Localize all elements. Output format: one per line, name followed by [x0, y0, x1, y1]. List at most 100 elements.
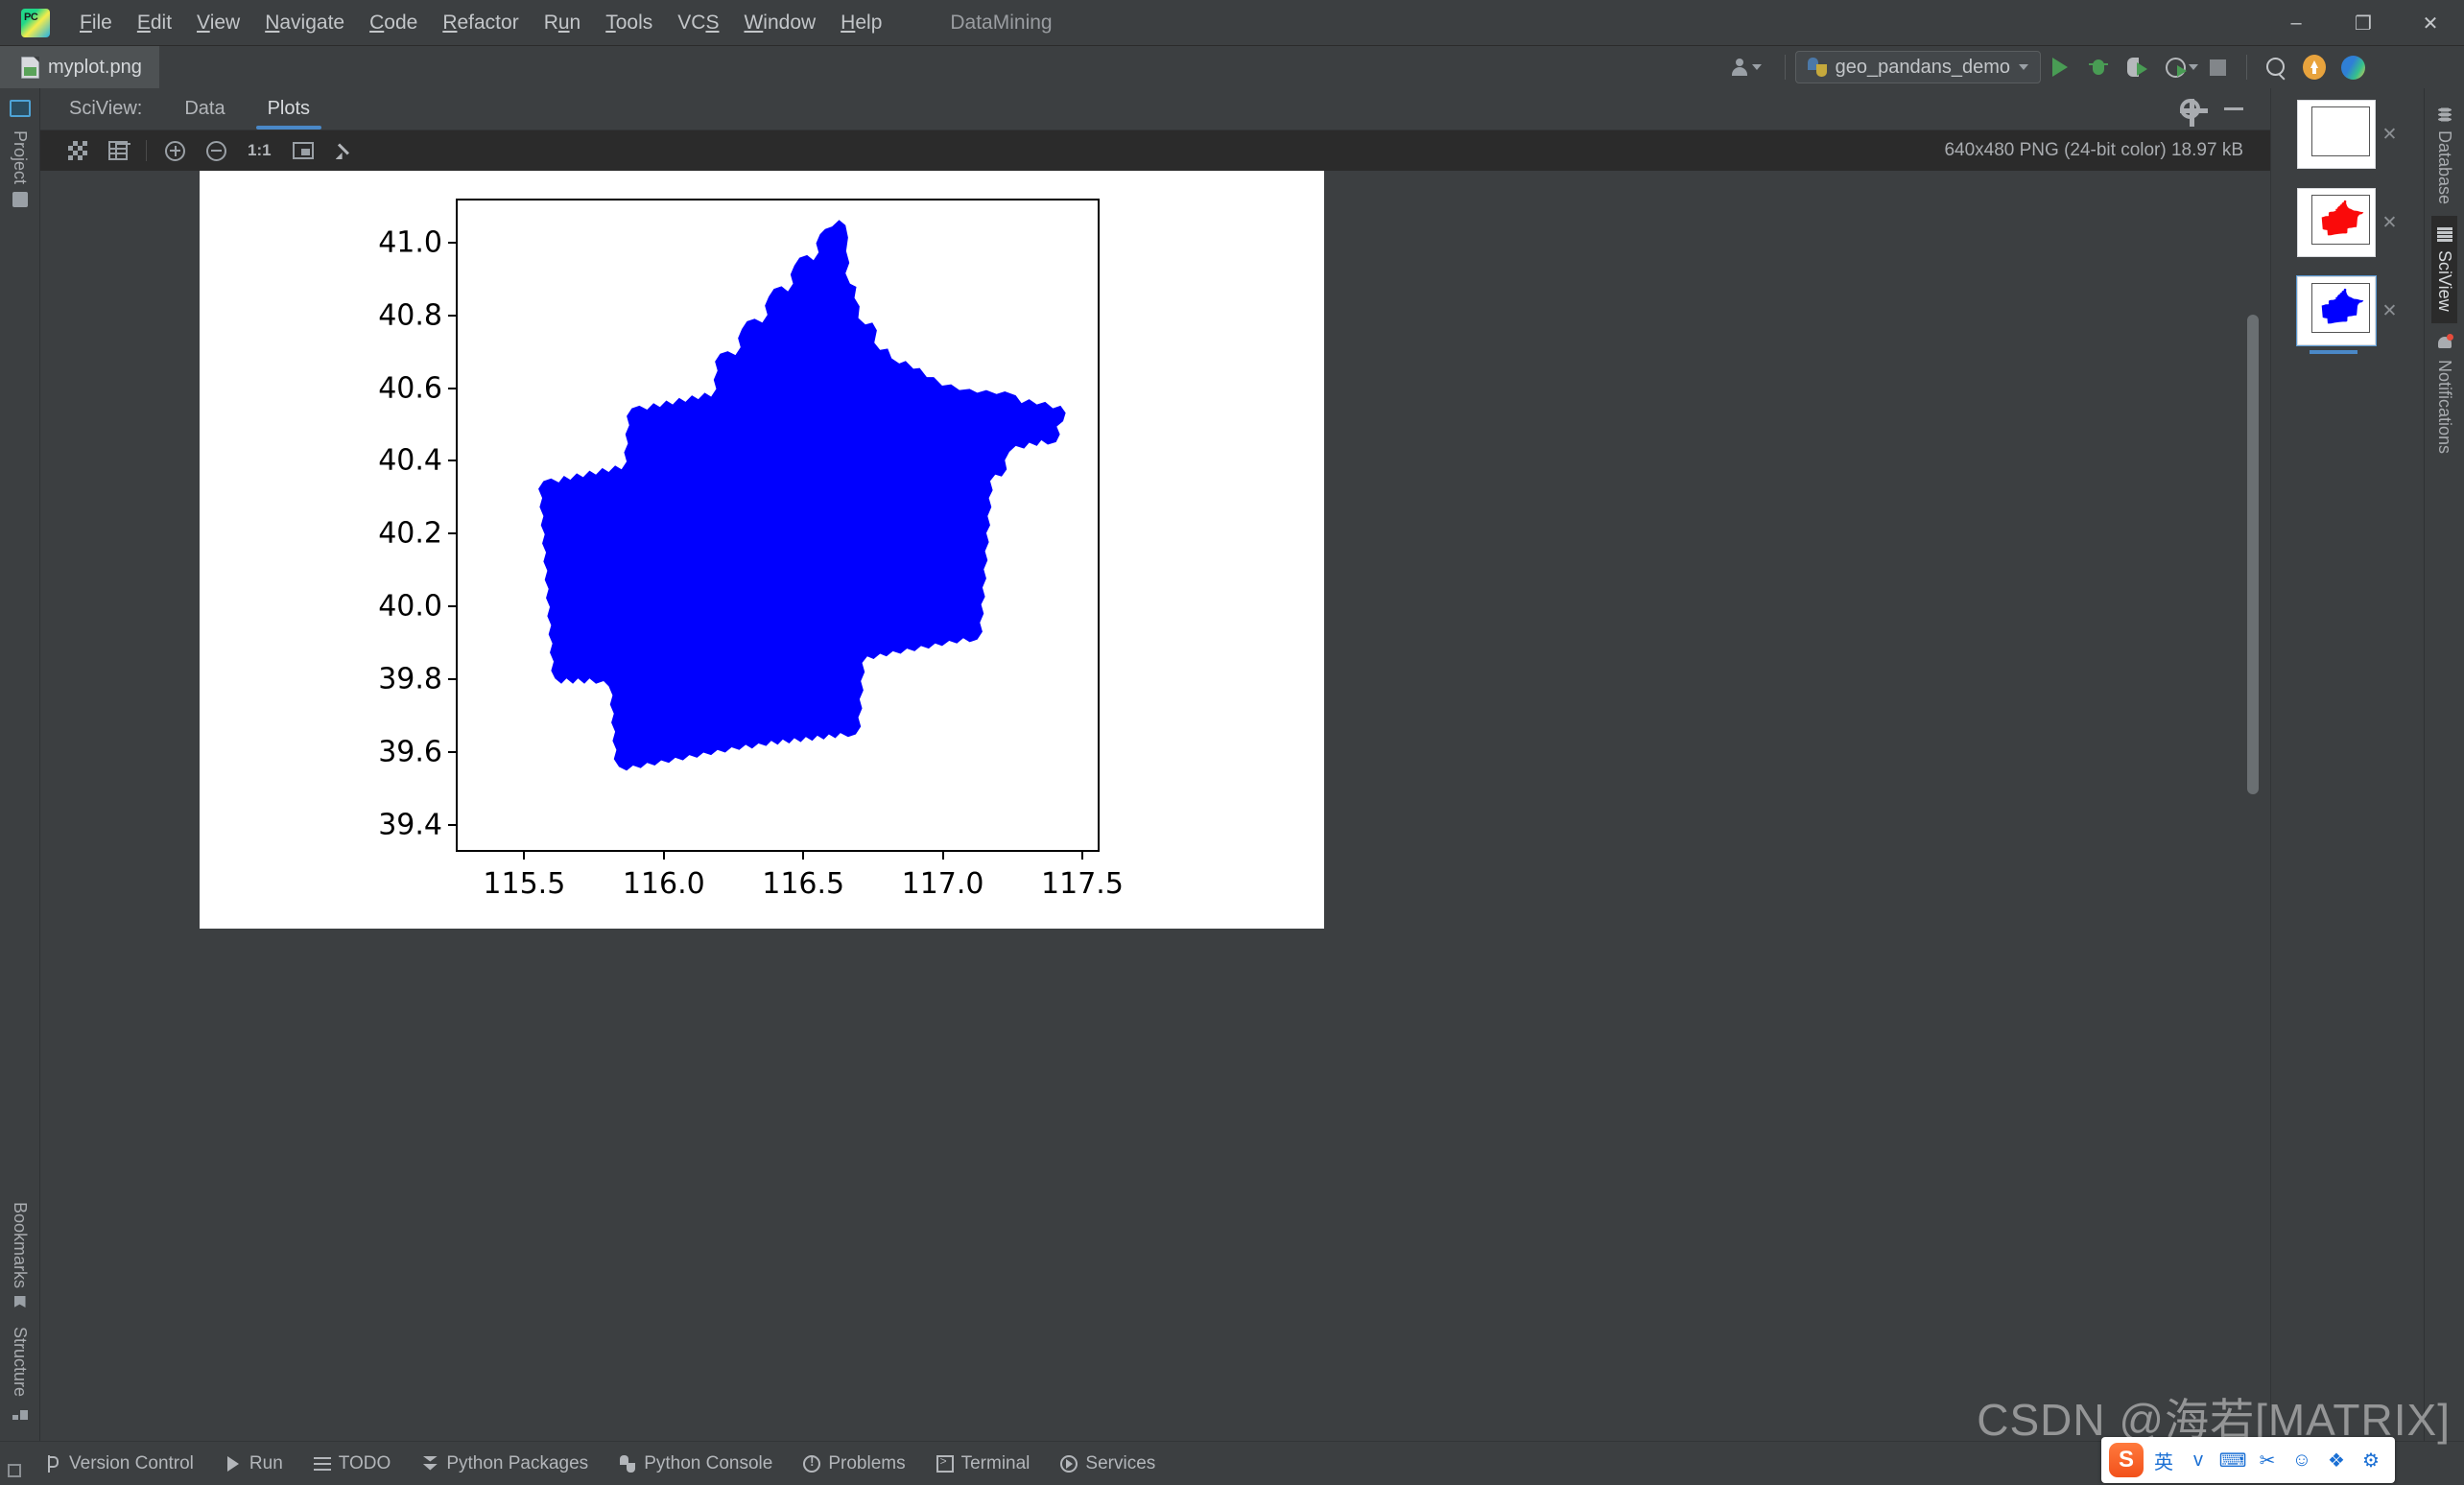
chevron-down-icon[interactable] — [2189, 64, 2198, 70]
debug-button[interactable] — [2079, 48, 2118, 86]
menu-item-edit[interactable]: Edit — [125, 8, 184, 38]
plot-thumbnail-row[interactable]: ✕ — [2297, 100, 2399, 169]
ime-settings[interactable]: ⚙ — [2357, 1449, 2385, 1473]
close-icon[interactable]: ✕ — [2381, 212, 2399, 234]
account-button[interactable] — [1723, 54, 1769, 81]
sidebar-item-database[interactable]: Database — [2431, 96, 2457, 216]
plot-viewport[interactable]: 41.0 40.8 40.6 40.4 40.2 40.0 — [40, 171, 2270, 1441]
status-item-version-control[interactable]: Version Control — [29, 1449, 209, 1479]
toolbar-separator — [2246, 55, 2247, 80]
status-item-python-packages[interactable]: Python Packages — [406, 1449, 604, 1479]
ime-apps[interactable]: ❖ — [2322, 1449, 2351, 1473]
menu-item-code[interactable]: Code — [357, 8, 430, 38]
plot-thumbnail-row[interactable]: ✕ — [2297, 188, 2399, 257]
ime-keyboard[interactable]: ⌨ — [2218, 1449, 2247, 1473]
search-icon — [2266, 58, 2286, 78]
menu-item-view[interactable]: View — [184, 8, 252, 38]
sidebar-item-label: Notifications — [2434, 360, 2454, 454]
close-icon[interactable]: ✕ — [2381, 124, 2399, 146]
left-tool-rail: Project Bookmarks Structure — [0, 88, 40, 1441]
status-item-services[interactable]: Services — [1045, 1449, 1171, 1479]
main-menu: File Edit View Navigate Code Refactor Ru… — [67, 8, 894, 38]
search-everywhere-button[interactable] — [2257, 48, 2295, 86]
run-with-coverage-button[interactable] — [2118, 48, 2156, 86]
terminal-icon — [936, 1455, 954, 1473]
sidebar-item-notifications[interactable]: Notifications — [2431, 323, 2457, 465]
file-tab-myplot[interactable]: myplot.png — [0, 46, 159, 88]
actual-size-button[interactable]: 1:1 — [248, 141, 272, 160]
plot-thumbnail-1[interactable] — [2297, 100, 2376, 169]
sidebar-item-label: Project — [10, 130, 30, 184]
tab-plots[interactable]: Plots — [247, 88, 331, 130]
ytick-label: 39.4 — [378, 808, 442, 841]
close-icon[interactable]: ✕ — [2381, 300, 2399, 322]
menu-item-tools[interactable]: Tools — [593, 8, 665, 38]
sidebar-item-project[interactable]: Project — [6, 121, 34, 217]
menu-item-help[interactable]: Help — [828, 8, 894, 38]
bug-icon — [2089, 58, 2108, 77]
folder-icon — [12, 192, 28, 207]
thumbnail-axes — [2311, 283, 2370, 333]
toggle-transparency-chessboard-button[interactable] — [68, 141, 87, 160]
ime-voice-input[interactable]: ᴠ — [2184, 1450, 2213, 1472]
toggle-grid-button[interactable] — [108, 141, 128, 160]
thumbnail-axes — [2311, 195, 2370, 245]
warning-icon — [803, 1455, 820, 1473]
image-file-icon — [21, 57, 39, 79]
minimize-button[interactable]: – — [2263, 0, 2330, 46]
menu-item-navigate[interactable]: Navigate — [252, 8, 357, 38]
status-item-python-console[interactable]: Python Console — [604, 1449, 788, 1479]
plot-thumbnail-2[interactable] — [2297, 188, 2376, 257]
sidebar-item-bookmarks[interactable]: Bookmarks — [6, 1192, 34, 1317]
image-info-label: 640x480 PNG (24-bit color) 18.97 kB — [1944, 140, 2253, 161]
ytick-label: 40.0 — [378, 590, 442, 624]
status-item-label: Services — [1085, 1453, 1155, 1474]
sciview-settings-button[interactable] — [2170, 90, 2209, 129]
sciview-label: SciView: — [40, 88, 163, 130]
sidebar-item-label: Database — [2434, 130, 2454, 204]
status-item-todo[interactable]: TODO — [298, 1449, 407, 1479]
sciview-hide-button[interactable] — [2215, 90, 2253, 129]
status-bar-toggle-icon[interactable] — [8, 1464, 21, 1477]
minimize-icon — [2224, 107, 2243, 110]
status-item-problems[interactable]: Problems — [788, 1449, 920, 1479]
status-item-run[interactable]: Run — [209, 1449, 298, 1479]
updates-button[interactable] — [2295, 48, 2334, 86]
theme-button[interactable] — [2334, 48, 2372, 86]
menu-item-refactor[interactable]: Refactor — [430, 8, 531, 38]
ime-screenshot[interactable]: ✂ — [2253, 1449, 2282, 1473]
plot-thumbnail-row[interactable]: ✕ — [2297, 276, 2399, 345]
main-content: Project Bookmarks Structure SciView: — [0, 88, 2464, 1441]
sogou-logo-icon: S — [2109, 1443, 2144, 1477]
sciview-tab-bar: SciView: Data Plots — [40, 88, 2270, 130]
plot-thumbnail-3[interactable] — [2297, 276, 2376, 345]
main-toolbar-right: geo_pandans_demo — [1723, 46, 2372, 88]
status-item-label: Version Control — [69, 1453, 194, 1474]
restore-button[interactable]: ❐ — [2330, 0, 2397, 46]
run-configuration-selector[interactable]: geo_pandans_demo — [1795, 51, 2041, 83]
menu-item-vcs[interactable]: VCS — [665, 8, 731, 38]
branch-icon — [44, 1455, 61, 1473]
zoom-in-button[interactable] — [165, 141, 185, 161]
structure-icon — [12, 1404, 28, 1420]
color-picker-button[interactable] — [335, 141, 354, 160]
tab-data[interactable]: Data — [163, 88, 246, 130]
menu-item-window[interactable]: Window — [731, 8, 828, 38]
fit-to-window-button[interactable] — [293, 142, 314, 159]
menu-item-file[interactable]: File — [67, 8, 125, 38]
ime-lang-toggle[interactable]: 英 — [2149, 1447, 2178, 1474]
plot-vertical-scrollbar[interactable] — [2247, 315, 2259, 794]
status-item-label: Python Packages — [446, 1453, 588, 1474]
sidebar-item-sciview[interactable]: SciView — [2431, 216, 2457, 323]
stop-button[interactable] — [2198, 48, 2237, 86]
sidebar-item-structure[interactable]: Structure — [6, 1317, 34, 1429]
status-item-terminal[interactable]: Terminal — [921, 1449, 1046, 1479]
thumbnail-map-icon — [2315, 287, 2366, 329]
ime-emoji[interactable]: ☺ — [2287, 1450, 2316, 1472]
zoom-out-button[interactable] — [206, 141, 226, 161]
menu-item-run[interactable]: Run — [532, 8, 594, 38]
ime-toolbar[interactable]: S 英 ᴠ ⌨ ✂ ☺ ❖ ⚙ — [2101, 1437, 2395, 1483]
close-button[interactable]: ✕ — [2397, 0, 2464, 46]
run-button[interactable] — [2041, 48, 2079, 86]
palette-icon — [2341, 56, 2365, 80]
